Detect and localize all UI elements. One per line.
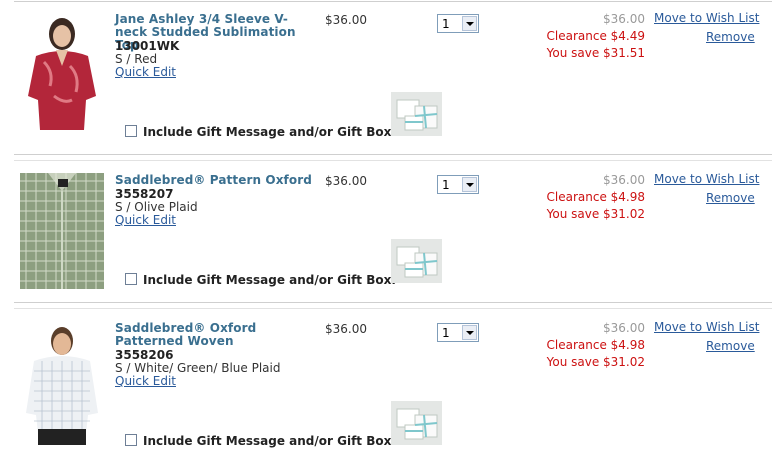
original-price: $36.00 (603, 12, 645, 26)
savings-amount: You save $31.02 (546, 355, 645, 369)
original-price: $36.00 (603, 321, 645, 335)
gift-option-checkbox[interactable] (125, 434, 137, 446)
unit-price: $36.00 (325, 322, 367, 336)
clearance-price: Clearance $4.49 (546, 29, 646, 43)
divider (14, 160, 772, 161)
quantity-value: 1 (442, 178, 450, 192)
chevron-down-icon[interactable] (462, 16, 477, 31)
quantity-value: 1 (442, 326, 450, 340)
move-to-wishlist-link[interactable]: Move to Wish List (654, 172, 759, 186)
quick-edit-link[interactable]: Quick Edit (115, 374, 176, 388)
product-name-link[interactable]: Saddlebred® Oxford Patterned Woven (115, 322, 275, 348)
chevron-down-icon[interactable] (462, 177, 477, 192)
unit-price: $36.00 (325, 174, 367, 188)
quick-edit-link[interactable]: Quick Edit (115, 65, 176, 79)
clearance-price: Clearance $4.98 (546, 338, 646, 352)
product-sku: 13001WK (115, 39, 180, 53)
gift-option-label[interactable]: Include Gift Message and/or Gift Box. (143, 273, 396, 287)
shopping-cart: Jane Ashley 3/4 Sleeve V-neck Studded Su… (0, 0, 772, 465)
clearance-price: Clearance $4.98 (546, 190, 646, 204)
divider (14, 308, 772, 309)
remove-link[interactable]: Remove (706, 339, 755, 353)
quantity-select[interactable]: 1 (437, 175, 479, 194)
divider (14, 1, 772, 2)
product-image[interactable] (20, 173, 104, 289)
remove-link[interactable]: Remove (706, 191, 755, 205)
gift-box-icon (391, 239, 442, 283)
cart-item: Saddlebred® Pattern Oxford 3558207 S / O… (0, 154, 772, 314)
unit-price: $36.00 (325, 13, 367, 27)
product-sku: 3558207 (115, 187, 174, 201)
move-to-wishlist-link[interactable]: Move to Wish List (654, 11, 759, 25)
product-variant: S / White/ Green/ Blue Plaid (115, 361, 281, 375)
move-to-wishlist-link[interactable]: Move to Wish List (654, 320, 759, 334)
remove-link[interactable]: Remove (706, 30, 755, 44)
savings-amount: You save $31.02 (546, 207, 645, 221)
gift-box-icon (391, 401, 442, 445)
gift-option-checkbox[interactable] (125, 273, 137, 285)
product-image[interactable] (20, 321, 104, 445)
gift-option-checkbox[interactable] (125, 125, 137, 137)
quick-edit-link[interactable]: Quick Edit (115, 213, 176, 227)
quantity-select[interactable]: 1 (437, 14, 479, 33)
divider (14, 302, 772, 303)
cart-item: Saddlebred® Oxford Patterned Woven 35582… (0, 302, 772, 465)
quantity-value: 1 (442, 17, 450, 31)
chevron-down-icon[interactable] (462, 325, 477, 340)
divider (14, 154, 772, 155)
savings-amount: You save $31.51 (546, 46, 645, 60)
quantity-select[interactable]: 1 (437, 323, 479, 342)
original-price: $36.00 (603, 173, 645, 187)
product-sku: 3558206 (115, 348, 174, 362)
product-variant: S / Red (115, 52, 158, 66)
product-variant: S / Olive Plaid (115, 200, 198, 214)
cart-item: Jane Ashley 3/4 Sleeve V-neck Studded Su… (0, 0, 772, 160)
gift-option-label[interactable]: Include Gift Message and/or Gift Box. (143, 434, 396, 448)
gift-option-label[interactable]: Include Gift Message and/or Gift Box. (143, 125, 396, 139)
product-name-link[interactable]: Saddlebred® Pattern Oxford (115, 174, 320, 187)
gift-box-icon (391, 92, 442, 136)
product-image[interactable] (20, 12, 104, 134)
